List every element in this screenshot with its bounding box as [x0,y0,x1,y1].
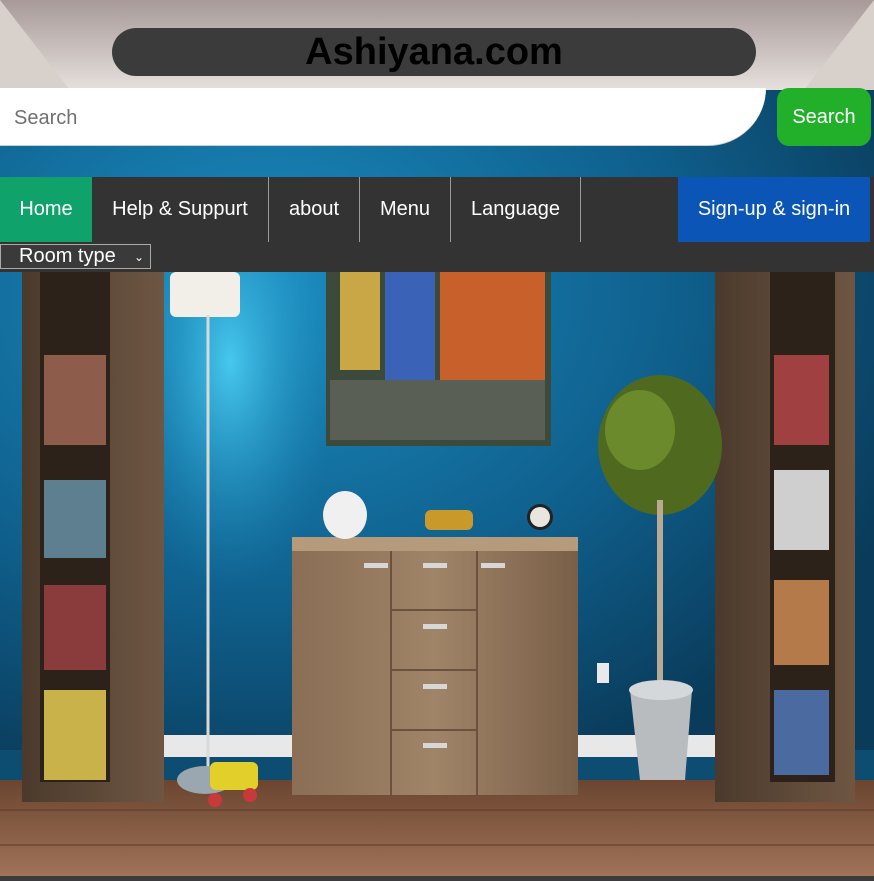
nav-item-help-support[interactable]: Help & Suppurt [92,177,269,242]
site-title: Ashiyana.com [305,30,563,73]
signup-signin-button[interactable]: Sign-up & sign-in [678,177,870,242]
search-box [0,88,766,148]
nav-item-home[interactable]: Home [0,177,92,242]
room-type-select[interactable]: Room type ⌄ [0,244,151,269]
chevron-down-icon: ⌄ [133,249,144,264]
nav-item-about[interactable]: about [269,177,360,242]
search-button[interactable]: Search [777,88,871,146]
search-input[interactable] [0,88,716,148]
bottom-border [0,876,874,881]
nav-item-language[interactable]: Language [451,177,581,242]
site-title-banner: Ashiyana.com [112,28,756,76]
main-nav: Home Help & Suppurt about Menu Language … [0,177,874,242]
nav-item-menu[interactable]: Menu [360,177,451,242]
room-type-selected-value: Room type [19,245,116,267]
